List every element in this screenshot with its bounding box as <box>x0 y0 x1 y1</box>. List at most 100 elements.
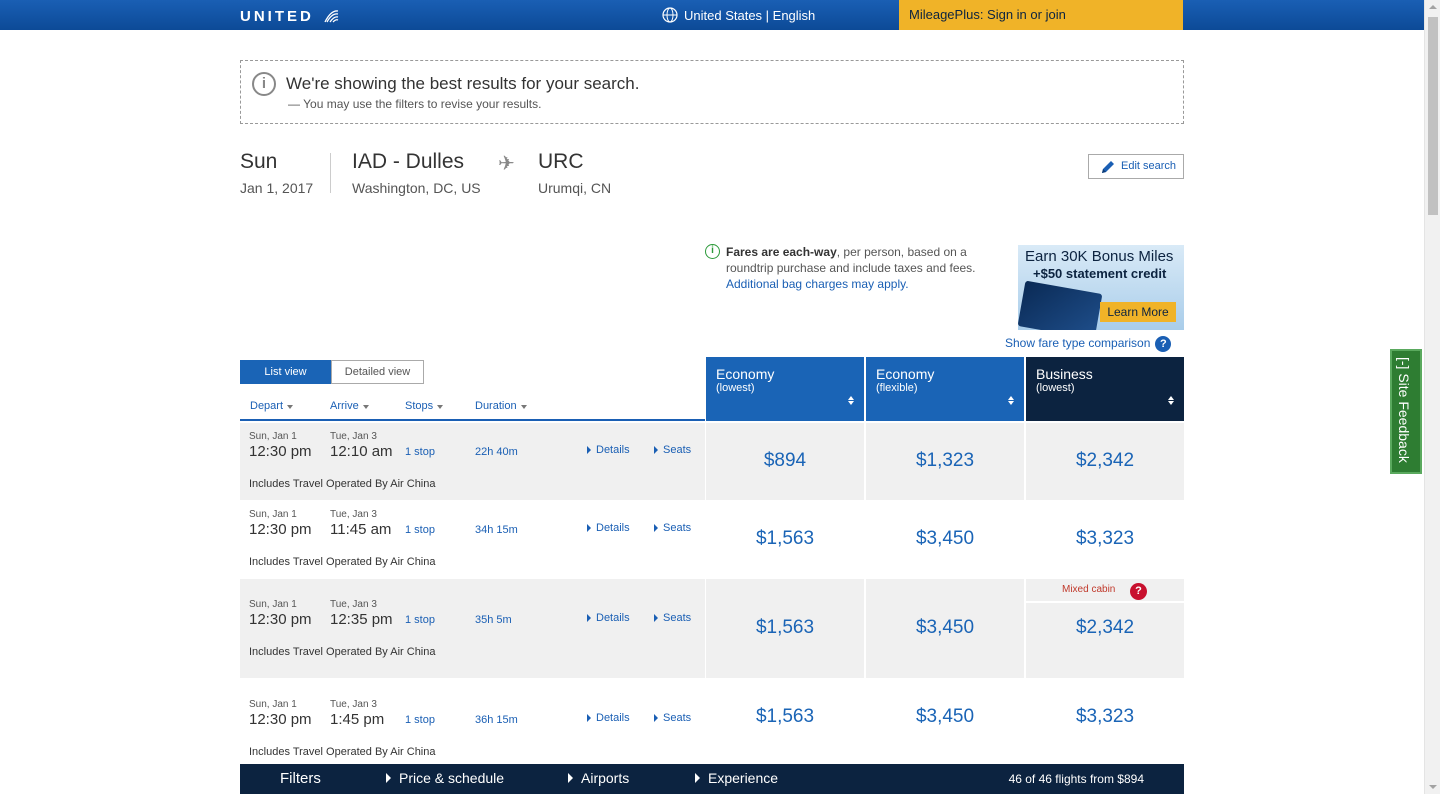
page-scrollbar[interactable] <box>1424 0 1440 794</box>
column-title: Economy <box>876 366 935 382</box>
fare-cell[interactable]: $3,450 <box>866 679 1024 756</box>
depart-date: Sun, Jan 1 <box>249 699 297 710</box>
scroll-up-arrow-icon[interactable] <box>1429 5 1437 9</box>
fare-cell[interactable]: $1,563 <box>706 501 864 578</box>
detailed-view-button[interactable]: Detailed view <box>331 360 424 384</box>
scroll-down-arrow-icon[interactable] <box>1429 785 1437 789</box>
fare-cell[interactable]: $894 <box>706 423 864 500</box>
mileageplus-signin[interactable]: MileagePlus: Sign in or join <box>899 0 1183 30</box>
list-view-button[interactable]: List view <box>240 360 331 384</box>
airports-filter[interactable]: Airports <box>568 770 629 786</box>
fare-cell[interactable]: $3,450 <box>866 501 1024 578</box>
sort-stops[interactable]: Stops <box>405 400 443 412</box>
fare-comparison-label: Show fare type comparison <box>1005 336 1151 350</box>
flight-info: Sun, Jan 1 12:30 pm Tue, Jan 3 1:45 pm 1 sto… <box>240 679 705 758</box>
details-link[interactable]: Details <box>587 444 630 456</box>
sort-arrive[interactable]: Arrive <box>330 400 369 412</box>
seats-link[interactable]: Seats <box>654 612 691 624</box>
travel-date-text: Jan 1, 2017 <box>240 180 314 196</box>
edit-search-button[interactable]: Edit search <box>1088 154 1184 179</box>
arrive-date: Tue, Jan 3 <box>330 699 377 710</box>
stops-link[interactable]: 1 stop <box>405 714 435 726</box>
column-subtitle: (lowest) <box>716 382 755 394</box>
globe-icon <box>662 7 678 23</box>
arrive-time: 12:10 am <box>330 443 393 460</box>
flight-info: Sun, Jan 1 12:30 pm Tue, Jan 3 12:10 am 1 st… <box>240 423 705 500</box>
destination: URC Urumqi, CN <box>538 150 611 196</box>
depart-date: Sun, Jan 1 <box>249 431 297 442</box>
fare-comparison-link[interactable]: Show fare type comparison? <box>1005 336 1172 352</box>
fare-cell[interactable]: $1,323 <box>866 423 1024 500</box>
fare-cell[interactable]: $3,323 <box>1026 679 1184 756</box>
fare-price[interactable]: $2,342 <box>1026 450 1184 472</box>
fares-note: i Fares are each-way, per person, based … <box>705 244 1005 292</box>
search-notice: i We're showing the best results for you… <box>240 60 1184 124</box>
fare-cell[interactable]: $2,342 <box>1026 423 1184 500</box>
locale-selector[interactable]: United States | English <box>662 7 815 23</box>
fare-price[interactable]: $1,563 <box>706 706 864 728</box>
scroll-thumb[interactable] <box>1428 17 1438 215</box>
fare-price[interactable]: $3,323 <box>1026 528 1184 550</box>
column-economy-flexible[interactable]: Economy (flexible) <box>866 357 1024 421</box>
filter-bar: Filters Price & schedule Airports Experi… <box>240 764 1184 794</box>
details-link[interactable]: Details <box>587 612 630 624</box>
destination-code: URC <box>538 150 584 173</box>
fare-cell[interactable]: $1,563 <box>706 579 864 678</box>
arrive-time: 11:45 am <box>330 521 392 538</box>
column-business-lowest[interactable]: Business (lowest) <box>1026 357 1184 421</box>
sort-arrows-icon <box>848 396 854 405</box>
flight-info: Sun, Jan 1 12:30 pm Tue, Jan 3 11:45 am 1 st… <box>240 501 705 578</box>
locale-label: United States | English <box>684 8 816 23</box>
details-link[interactable]: Details <box>587 522 630 534</box>
bag-charges-link[interactable]: Additional bag charges may apply. <box>726 277 909 291</box>
learn-more-button[interactable]: Learn More <box>1100 302 1176 322</box>
column-subtitle: (lowest) <box>1036 382 1075 394</box>
operated-by: Includes Travel Operated By Air China <box>249 478 436 490</box>
site-feedback-tab[interactable]: [-] Site Feedback <box>1390 349 1422 474</box>
fare-cell[interactable]: $3,450 <box>866 579 1024 678</box>
notice-subtitle: — You may use the filters to revise your… <box>288 97 542 111</box>
stops-link[interactable]: 1 stop <box>405 614 435 626</box>
fare-price[interactable]: $3,450 <box>866 706 1024 728</box>
sort-duration[interactable]: Duration <box>475 400 527 412</box>
sort-depart[interactable]: Depart <box>250 400 293 412</box>
fare-price[interactable]: $894 <box>706 450 864 472</box>
operated-by: Includes Travel Operated By Air China <box>249 646 436 658</box>
fare-price[interactable]: $2,342 <box>1026 617 1184 639</box>
fare-price[interactable]: $3,450 <box>866 528 1024 550</box>
travel-day: Sun <box>240 150 278 173</box>
fare-price[interactable]: $3,323 <box>1026 706 1184 728</box>
filters-button[interactable]: Filters <box>280 770 321 787</box>
fare-cell[interactable]: Mixed cabin? $2,342 <box>1026 579 1184 678</box>
stops-link[interactable]: 1 stop <box>405 524 435 536</box>
price-schedule-filter[interactable]: Price & schedule <box>386 770 504 786</box>
fare-price[interactable]: $1,563 <box>706 528 864 550</box>
experience-filter[interactable]: Experience <box>695 770 778 786</box>
sort-arrows-icon <box>1168 396 1174 405</box>
seats-link[interactable]: Seats <box>654 712 691 724</box>
info-circle-icon: i <box>705 244 720 259</box>
travel-date: Sun Jan 1, 2017 <box>240 150 313 196</box>
mileageplus-card-ad[interactable]: Earn 30K Bonus Miles +$50 statement cred… <box>1018 245 1184 330</box>
help-icon[interactable]: ? <box>1130 583 1147 600</box>
flight-row: Sun, Jan 1 12:30 pm Tue, Jan 3 12:35 pm 1 st… <box>240 579 1184 678</box>
fare-price[interactable]: $3,450 <box>866 617 1024 639</box>
column-economy-lowest[interactable]: Economy (lowest) <box>706 357 864 421</box>
seats-link[interactable]: Seats <box>654 444 691 456</box>
pencil-icon <box>1102 161 1114 173</box>
arrive-time: 1:45 pm <box>330 711 385 728</box>
united-logo[interactable]: UNITED <box>240 8 339 25</box>
fare-cell[interactable]: $1,563 <box>706 679 864 756</box>
fare-price[interactable]: $1,563 <box>706 617 864 639</box>
help-icon[interactable]: ? <box>1155 336 1172 352</box>
arrive-date: Tue, Jan 3 <box>330 431 377 442</box>
details-link[interactable]: Details <box>587 712 630 724</box>
fare-price[interactable]: $1,323 <box>866 450 1024 472</box>
seats-link[interactable]: Seats <box>654 522 691 534</box>
fare-cell[interactable]: $3,323 <box>1026 501 1184 578</box>
operated-by: Includes Travel Operated By Air China <box>249 746 436 758</box>
depart-date: Sun, Jan 1 <box>249 509 297 520</box>
stops-link[interactable]: 1 stop <box>405 446 435 458</box>
ad-headline: Earn 30K Bonus Miles <box>1025 248 1174 265</box>
duration: 36h 15m <box>475 714 518 726</box>
